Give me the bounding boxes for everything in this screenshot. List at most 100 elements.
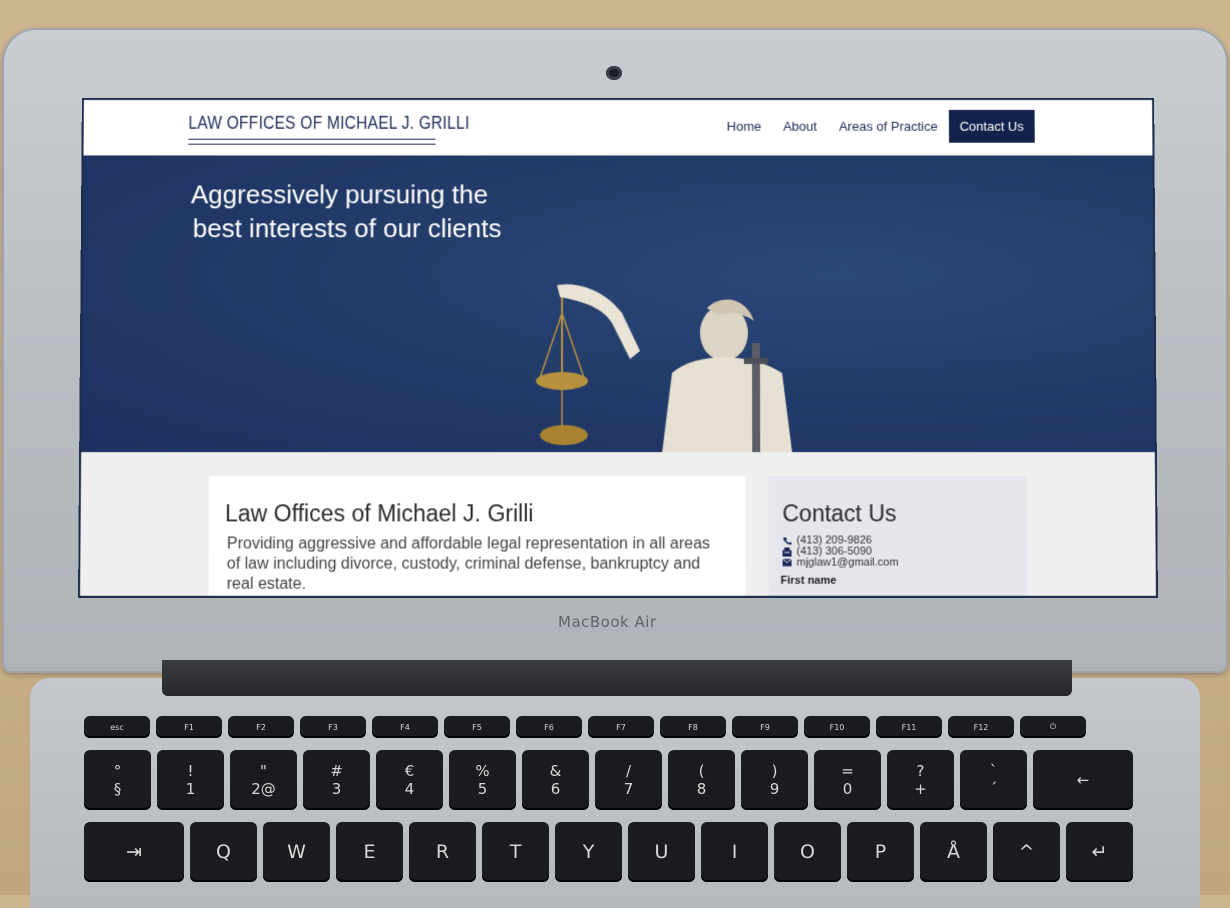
key-4[interactable]: €4 xyxy=(376,750,443,810)
key-p[interactable]: P xyxy=(847,822,914,882)
key-bottom-glyph: 0 xyxy=(843,780,853,798)
key-top-glyph: = xyxy=(841,762,854,780)
phone-icon xyxy=(782,536,791,545)
key-top-glyph: ° xyxy=(114,762,122,780)
key-o[interactable]: O xyxy=(774,822,841,882)
key-f9[interactable]: F9 xyxy=(732,716,798,738)
key-bottom-glyph: 3 xyxy=(332,780,342,798)
key-e[interactable]: E xyxy=(336,822,403,882)
laptop-hinge xyxy=(162,660,1072,696)
key-bottom-glyph: § xyxy=(114,780,122,798)
hero-title: Aggressively pursuing the best interests… xyxy=(191,177,610,245)
key-y[interactable]: Y xyxy=(555,822,622,882)
logo-underline xyxy=(188,139,435,145)
key-bottom-glyph: 8 xyxy=(697,780,707,798)
first-name-label: First name xyxy=(781,575,837,587)
key-bottom-glyph: ´ xyxy=(990,780,998,798)
key-bottom-glyph: + xyxy=(914,780,927,798)
key-f6[interactable]: F6 xyxy=(516,716,582,738)
key-esc[interactable]: esc xyxy=(84,716,150,738)
key-backspace[interactable]: ← xyxy=(1033,750,1133,810)
intro-text: Providing aggressive and affordable lega… xyxy=(227,534,719,594)
key-bottom-glyph: 7 xyxy=(624,780,634,798)
key-5[interactable]: %5 xyxy=(449,750,516,810)
key-bottom-glyph: 4 xyxy=(405,780,415,798)
key-top-glyph: € xyxy=(405,762,415,780)
contact-email-row: mjglaw1@gmail.com xyxy=(783,557,899,569)
fax-icon xyxy=(782,547,791,556)
number-key-row: °§ !1 "2@ #3 €4 %5 &6 /7 (8 )9 =0 ?+ `´ … xyxy=(84,750,1133,810)
key-top-glyph: ) xyxy=(772,762,778,780)
key-bottom-glyph: 1 xyxy=(186,780,196,798)
main-nav: Home About Areas of Practice Contact Us xyxy=(716,110,1035,143)
return-icon: ↵ xyxy=(1092,841,1108,863)
key-w[interactable]: W xyxy=(263,822,330,882)
key-t[interactable]: T xyxy=(482,822,549,882)
key-0[interactable]: =0 xyxy=(814,750,881,810)
nav-about[interactable]: About xyxy=(772,110,828,143)
key-f1[interactable]: F1 xyxy=(156,716,222,738)
key-top-glyph: / xyxy=(626,762,631,780)
key-7[interactable]: /7 xyxy=(595,750,662,810)
key-9[interactable]: )9 xyxy=(741,750,808,810)
key-f8[interactable]: F8 xyxy=(660,716,726,738)
key-top-glyph: # xyxy=(330,762,343,780)
key-top-glyph: % xyxy=(475,762,489,780)
key-f11[interactable]: F11 xyxy=(876,716,942,738)
key-power[interactable]: ⏻ xyxy=(1020,716,1086,738)
key-top-glyph: ` xyxy=(990,762,998,780)
contact-email[interactable]: mjglaw1@gmail.com xyxy=(797,557,899,569)
key-f7[interactable]: F7 xyxy=(588,716,654,738)
key-a-ring[interactable]: Å xyxy=(920,822,987,882)
function-key-row: esc F1 F2 F3 F4 F5 F6 F7 F8 F9 F10 F11 F… xyxy=(84,716,1086,738)
nav-home[interactable]: Home xyxy=(716,110,773,143)
hero-banner: Aggressively pursuing the best interests… xyxy=(81,156,1155,453)
lady-justice-statue-icon xyxy=(522,263,822,452)
contact-card: Contact Us (413) 209-9826 (413) 306-5090… xyxy=(768,476,1027,598)
envelope-icon xyxy=(783,559,792,567)
key-i[interactable]: I xyxy=(701,822,768,882)
laptop-brand-label: MacBook Air xyxy=(558,613,657,631)
key-caret[interactable]: ^ xyxy=(993,822,1060,882)
nav-areas-of-practice[interactable]: Areas of Practice xyxy=(828,110,949,143)
key-r[interactable]: R xyxy=(409,822,476,882)
key-6[interactable]: &6 xyxy=(522,750,589,810)
key-f4[interactable]: F4 xyxy=(372,716,438,738)
key-top-glyph: & xyxy=(550,762,562,780)
key-1[interactable]: !1 xyxy=(157,750,224,810)
key-u[interactable]: U xyxy=(628,822,695,882)
key-f2[interactable]: F2 xyxy=(228,716,294,738)
key-section[interactable]: °§ xyxy=(84,750,151,810)
key-tab[interactable]: ⇥ xyxy=(84,822,184,882)
hero-line-2: best interests of our clients xyxy=(191,211,610,245)
key-top-glyph: ? xyxy=(917,762,925,780)
key-bottom-glyph: 9 xyxy=(770,780,780,798)
key-top-glyph: " xyxy=(260,762,267,780)
key-f12[interactable]: F12 xyxy=(948,716,1014,738)
site-logo[interactable]: LAW OFFICES OF MICHAEL J. GRILLI xyxy=(188,113,469,135)
key-8[interactable]: (8 xyxy=(668,750,735,810)
key-bottom-glyph: 5 xyxy=(478,780,488,798)
contact-title: Contact Us xyxy=(782,500,896,527)
key-plus[interactable]: ?+ xyxy=(887,750,954,810)
site-header: LAW OFFICES OF MICHAEL J. GRILLI Home Ab… xyxy=(83,100,1152,156)
hero-line-1: Aggressively pursuing the xyxy=(191,177,610,211)
laptop-screen: LAW OFFICES OF MICHAEL J. GRILLI Home Ab… xyxy=(78,98,1158,598)
intro-title: Law Offices of Michael J. Grilli xyxy=(225,500,533,527)
key-f3[interactable]: F3 xyxy=(300,716,366,738)
key-top-glyph: ! xyxy=(187,762,193,780)
key-bottom-glyph: 6 xyxy=(551,780,561,798)
nav-contact-us[interactable]: Contact Us xyxy=(949,110,1035,143)
key-acute[interactable]: `´ xyxy=(960,750,1027,810)
key-return[interactable]: ↵ xyxy=(1066,822,1133,882)
camera-icon xyxy=(606,66,622,80)
intro-card: Law Offices of Michael J. Grilli Providi… xyxy=(208,476,745,598)
key-bottom-glyph: 2@ xyxy=(251,780,276,798)
key-q[interactable]: Q xyxy=(190,822,257,882)
key-3[interactable]: #3 xyxy=(303,750,370,810)
key-f5[interactable]: F5 xyxy=(444,716,510,738)
key-top-glyph: ( xyxy=(699,762,705,780)
qwerty-key-row: ⇥ Q W E R T Y U I O P Å ^ ↵ xyxy=(84,822,1133,882)
key-f10[interactable]: F10 xyxy=(804,716,870,738)
key-2[interactable]: "2@ xyxy=(230,750,297,810)
